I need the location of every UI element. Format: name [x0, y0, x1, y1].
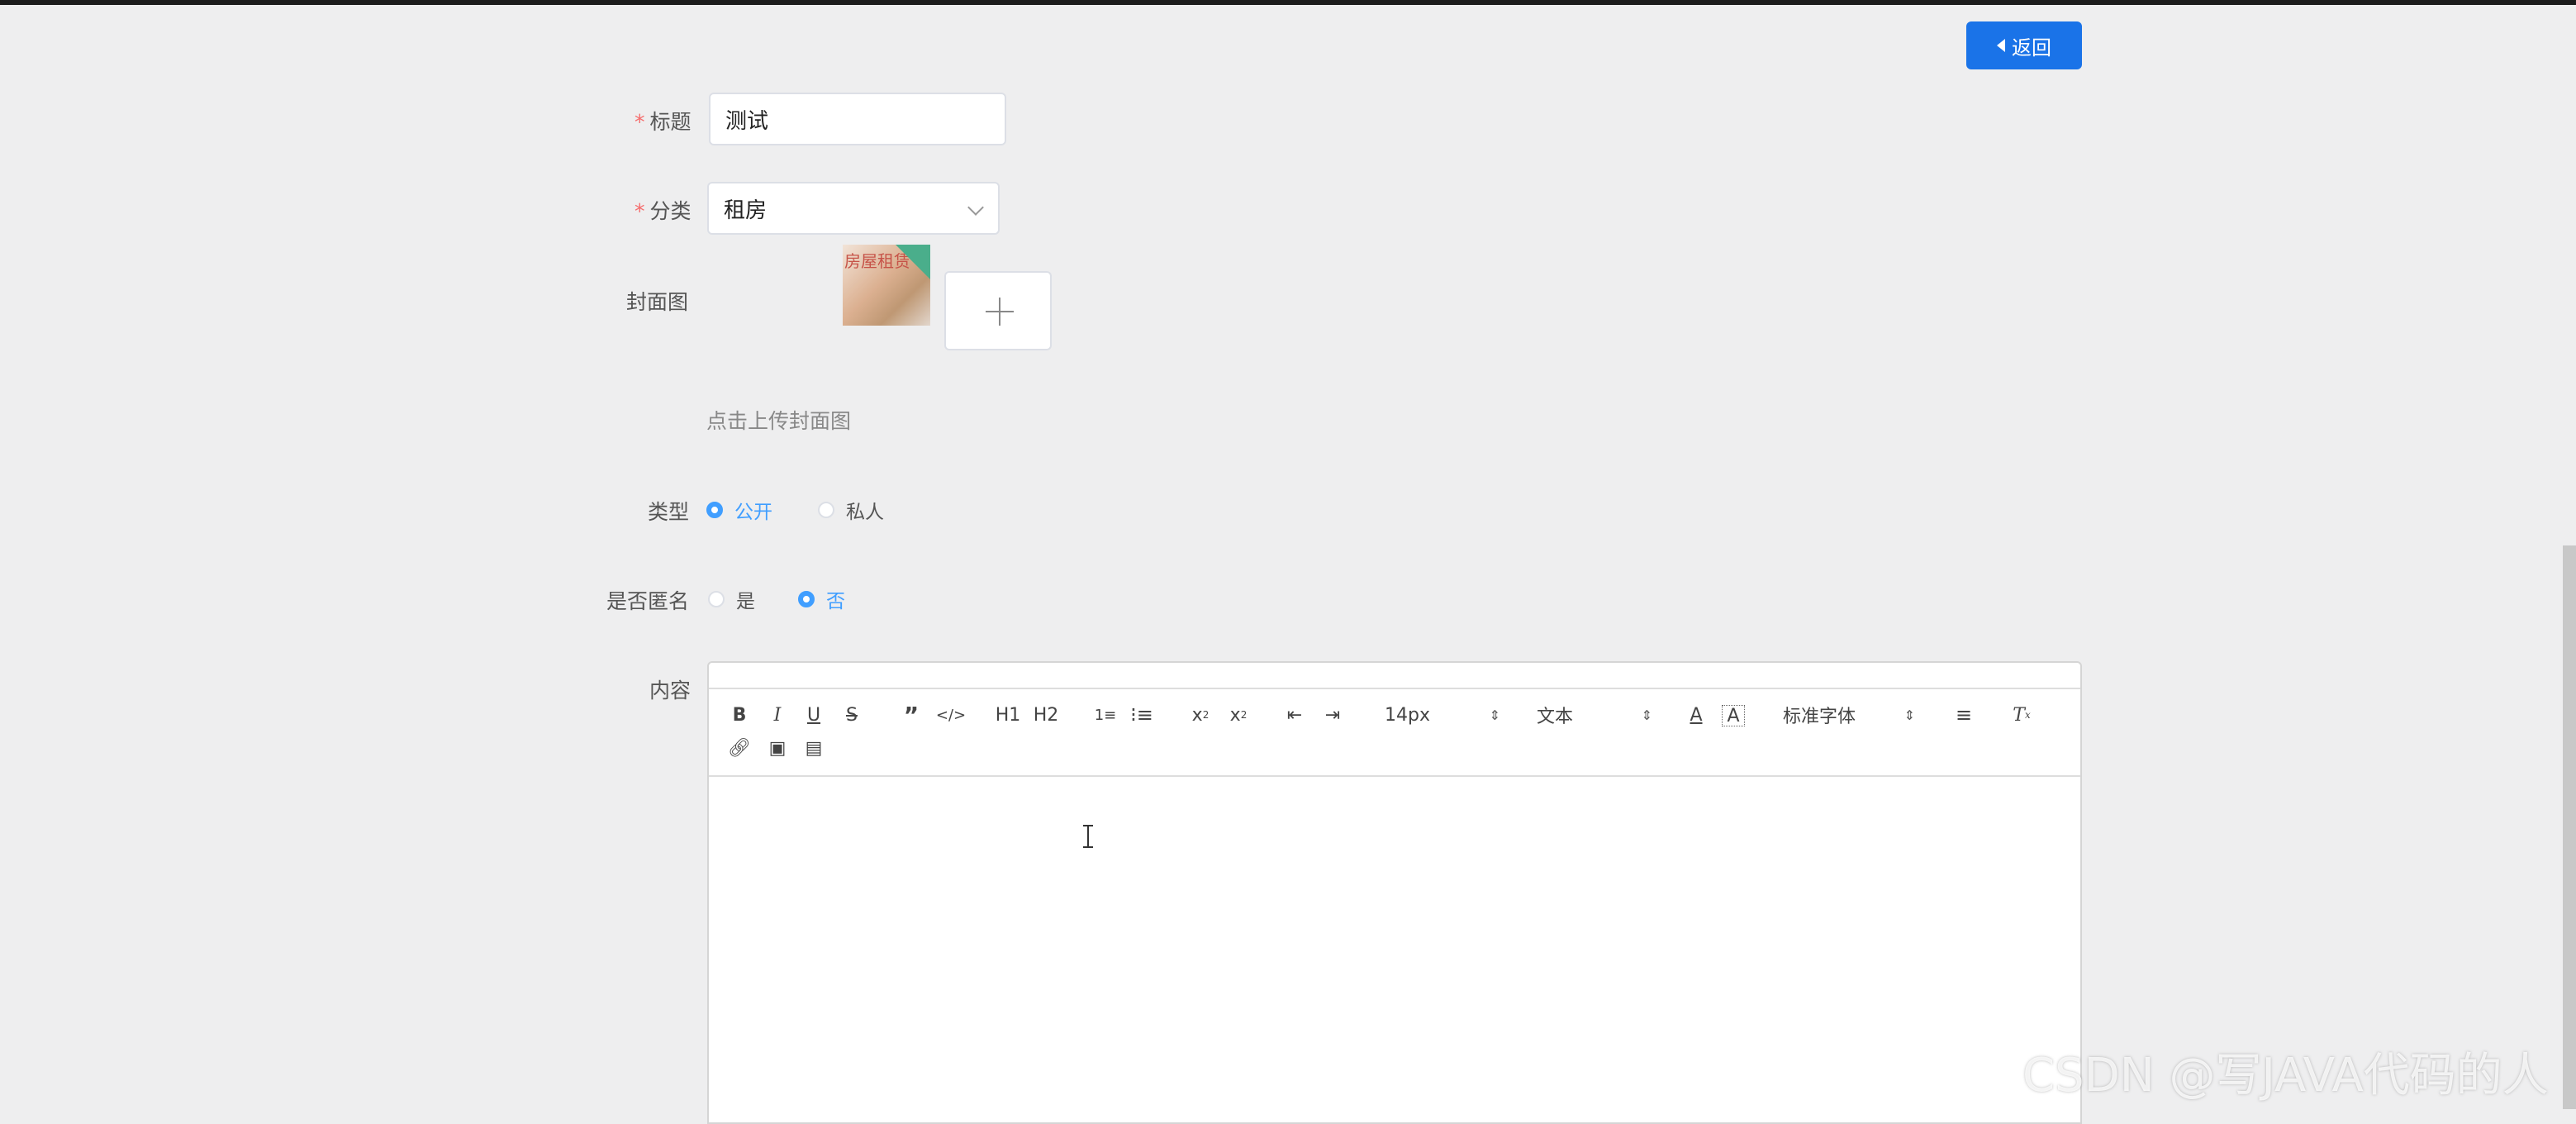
sort-arrows-icon: ⇕ [1641, 707, 1652, 723]
indent-icon[interactable]: ⇥ [1320, 702, 1345, 727]
superscript-icon[interactable]: x2 [1226, 702, 1251, 727]
caret-left-icon [1997, 39, 2005, 52]
radio-type-private[interactable]: 私人 [818, 496, 884, 524]
content-label: 内容 [649, 679, 692, 702]
sort-arrows-icon: ⇕ [1903, 707, 1915, 723]
chevron-down-icon [967, 199, 984, 216]
required-mark: * [634, 199, 645, 223]
back-button[interactable]: 返回 [1966, 21, 2082, 69]
subscript-icon[interactable]: x2 [1188, 702, 1213, 727]
upload-hint: 点击上传封面图 [706, 409, 852, 433]
radio-type-private-label: 私人 [846, 502, 884, 523]
bullet-list-icon[interactable]: ⁝≡ [1130, 702, 1153, 727]
title-input-value: 测试 [725, 108, 769, 134]
align-left-icon[interactable]: ≡ [1951, 702, 1976, 727]
font-size-select[interactable]: 14px ⇕ [1385, 702, 1500, 727]
cover-thumb-corner [896, 245, 930, 279]
cover-label: 封面图 [626, 290, 689, 314]
clear-format-icon[interactable]: Tx [2009, 702, 2034, 727]
text-style-value: 文本 [1537, 707, 1574, 727]
page-scrollbar[interactable] [2563, 545, 2576, 1109]
radio-unchecked-icon [818, 502, 834, 518]
bold-icon[interactable]: B [729, 702, 750, 727]
type-label: 类型 [648, 500, 690, 524]
ordered-list-icon[interactable]: 1≡ [1094, 702, 1117, 727]
font-family-value: 标准字体 [1783, 707, 1856, 727]
category-select[interactable]: 租房 [707, 182, 1000, 235]
link-icon[interactable]: 🔗︎ [728, 736, 751, 760]
underline-icon[interactable]: U [803, 702, 825, 727]
italic-icon[interactable]: I [767, 702, 788, 727]
category-label: * 分类 [634, 199, 692, 223]
radio-unchecked-icon [708, 591, 725, 607]
image-icon[interactable]: ▣ [767, 736, 788, 760]
radio-checked-icon [798, 591, 815, 607]
background-color-icon[interactable]: A [1722, 705, 1745, 726]
heading2-button[interactable]: H2 [1031, 702, 1061, 727]
upload-cover-button[interactable] [944, 271, 1052, 350]
outdent-icon[interactable]: ⇤ [1282, 702, 1307, 727]
category-select-value: 租房 [724, 198, 768, 223]
radio-type-public[interactable]: 公开 [706, 496, 772, 524]
radio-checked-icon [706, 502, 723, 518]
title-label: * 标题 [634, 110, 692, 134]
font-color-icon[interactable]: A [1685, 702, 1707, 727]
radio-anonymous-yes[interactable]: 是 [708, 585, 755, 613]
radio-anonymous-yes-label: 是 [736, 591, 755, 612]
radio-anonymous-no-label: 否 [826, 591, 845, 612]
sort-arrows-icon: ⇕ [1489, 707, 1500, 723]
plus-icon-vertical [999, 298, 1000, 326]
watermark: CSDN @写JAVA代码的人 [2022, 1049, 2549, 1103]
heading1-button[interactable]: H1 [993, 702, 1023, 727]
back-button-label: 返回 [2012, 36, 2051, 60]
anonymous-label: 是否匿名 [606, 589, 690, 613]
rich-text-editor: B I U S ” </> H1 H2 1≡ ⁝≡ x2 x2 ⇤ ⇥ 14px… [707, 661, 2082, 1124]
title-input[interactable]: 测试 [709, 93, 1006, 145]
radio-type-public-label: 公开 [734, 502, 772, 523]
cover-image-thumbnail[interactable]: 房屋租赁 [843, 245, 930, 326]
text-style-select[interactable]: 文本 ⇕ [1537, 702, 1652, 727]
required-mark: * [634, 110, 645, 134]
font-size-value: 14px [1385, 704, 1430, 726]
font-family-select[interactable]: 标准字体 ⇕ [1783, 702, 1915, 727]
window-top-bar [0, 0, 2576, 5]
video-icon[interactable]: ▤ [803, 736, 825, 760]
radio-anonymous-no[interactable]: 否 [798, 585, 845, 613]
blockquote-icon[interactable]: ” [899, 702, 924, 729]
text-cursor-icon [1083, 825, 1093, 848]
code-block-icon[interactable]: </> [936, 702, 966, 727]
strikethrough-icon[interactable]: S [841, 702, 863, 727]
editor-toolbar: B I U S ” </> H1 H2 1≡ ⁝≡ x2 x2 ⇤ ⇥ 14px… [709, 688, 2080, 777]
